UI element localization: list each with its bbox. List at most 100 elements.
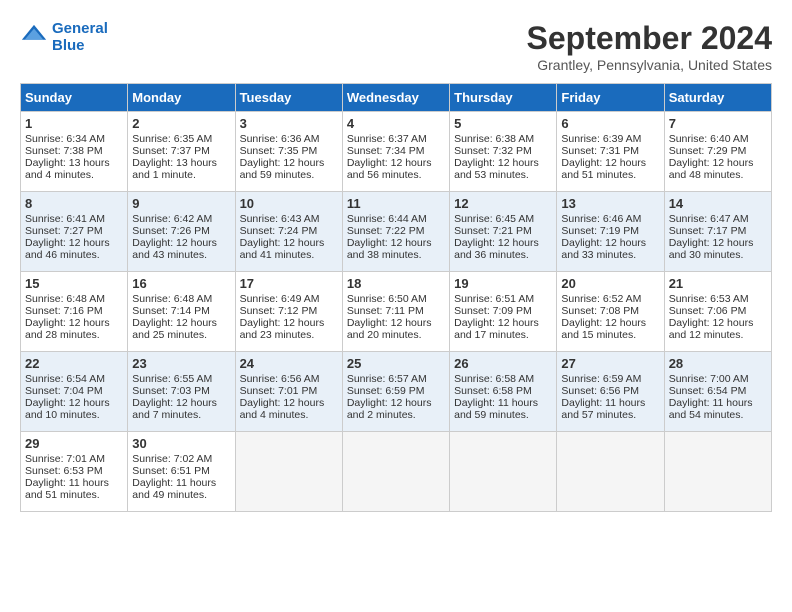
calendar-cell: 11Sunrise: 6:44 AMSunset: 7:22 PMDayligh… [342,192,449,272]
day-number: 18 [347,276,445,291]
calendar-cell: 3Sunrise: 6:36 AMSunset: 7:35 PMDaylight… [235,112,342,192]
day-number: 11 [347,196,445,211]
title-block: September 2024 Grantley, Pennsylvania, U… [527,20,772,73]
calendar-cell: 8Sunrise: 6:41 AMSunset: 7:27 PMDaylight… [21,192,128,272]
sunset: Sunset: 7:14 PM [132,305,210,317]
day-number: 17 [240,276,338,291]
sunrise: Sunrise: 6:48 AM [132,293,212,305]
sunset: Sunset: 7:11 PM [347,305,424,317]
calendar-week-1: 1Sunrise: 6:34 AMSunset: 7:38 PMDaylight… [21,112,772,192]
sunset: Sunset: 7:09 PM [454,305,532,317]
calendar-cell [664,432,771,512]
sunrise: Sunrise: 6:44 AM [347,213,427,225]
daylight: Daylight: 12 hours and 53 minutes. [454,157,539,181]
day-number: 24 [240,356,338,371]
calendar-week-4: 22Sunrise: 6:54 AMSunset: 7:04 PMDayligh… [21,352,772,432]
daylight: Daylight: 11 hours and 59 minutes. [454,397,538,421]
sunrise: Sunrise: 6:57 AM [347,373,427,385]
daylight: Daylight: 12 hours and 33 minutes. [561,237,646,261]
logo-icon [20,23,48,51]
day-number: 9 [132,196,230,211]
sunset: Sunset: 7:26 PM [132,225,210,237]
calendar-cell: 10Sunrise: 6:43 AMSunset: 7:24 PMDayligh… [235,192,342,272]
daylight: Daylight: 12 hours and 10 minutes. [25,397,110,421]
day-number: 15 [25,276,123,291]
sunset: Sunset: 7:34 PM [347,145,425,157]
month-year: September 2024 [527,20,772,57]
sunrise: Sunrise: 6:40 AM [669,133,749,145]
calendar-cell: 28Sunrise: 7:00 AMSunset: 6:54 PMDayligh… [664,352,771,432]
calendar-cell: 18Sunrise: 6:50 AMSunset: 7:11 PMDayligh… [342,272,449,352]
calendar-cell: 26Sunrise: 6:58 AMSunset: 6:58 PMDayligh… [450,352,557,432]
sunrise: Sunrise: 6:55 AM [132,373,212,385]
day-number: 4 [347,116,445,131]
calendar-cell: 6Sunrise: 6:39 AMSunset: 7:31 PMDaylight… [557,112,664,192]
day-number: 23 [132,356,230,371]
sunset: Sunset: 7:01 PM [240,385,318,397]
daylight: Daylight: 11 hours and 54 minutes. [669,397,753,421]
daylight: Daylight: 12 hours and 36 minutes. [454,237,539,261]
daylight: Daylight: 12 hours and 2 minutes. [347,397,432,421]
daylight: Daylight: 11 hours and 49 minutes. [132,477,216,501]
calendar-cell [557,432,664,512]
sunset: Sunset: 7:24 PM [240,225,318,237]
calendar-cell: 4Sunrise: 6:37 AMSunset: 7:34 PMDaylight… [342,112,449,192]
sunrise: Sunrise: 6:59 AM [561,373,641,385]
calendar-week-2: 8Sunrise: 6:41 AMSunset: 7:27 PMDaylight… [21,192,772,272]
daylight: Daylight: 12 hours and 48 minutes. [669,157,754,181]
calendar-cell: 13Sunrise: 6:46 AMSunset: 7:19 PMDayligh… [557,192,664,272]
calendar-cell: 30 Sunrise: 7:02 AMSunset: 6:51 PMDayligh… [128,432,235,512]
daylight: Daylight: 11 hours and 51 minutes. [25,477,109,501]
calendar-cell: 7Sunrise: 6:40 AMSunset: 7:29 PMDaylight… [664,112,771,192]
column-header-saturday: Saturday [664,84,771,112]
day-number: 30 [132,436,230,451]
sunrise: Sunrise: 7:02 AM [132,453,212,465]
sunrise: Sunrise: 6:53 AM [669,293,749,305]
sunset: Sunset: 7:08 PM [561,305,639,317]
daylight: Daylight: 12 hours and 46 minutes. [25,237,110,261]
calendar-cell [450,432,557,512]
sunset: Sunset: 7:12 PM [240,305,318,317]
daylight: Daylight: 12 hours and 7 minutes. [132,397,217,421]
daylight: Daylight: 12 hours and 30 minutes. [669,237,754,261]
location: Grantley, Pennsylvania, United States [527,57,772,73]
daylight: Daylight: 11 hours and 57 minutes. [561,397,645,421]
day-number: 22 [25,356,123,371]
calendar-cell: 12Sunrise: 6:45 AMSunset: 7:21 PMDayligh… [450,192,557,272]
day-number: 6 [561,116,659,131]
daylight: Daylight: 12 hours and 4 minutes. [240,397,325,421]
sunset: Sunset: 7:16 PM [25,305,103,317]
calendar-cell: 21Sunrise: 6:53 AMSunset: 7:06 PMDayligh… [664,272,771,352]
calendar-table: SundayMondayTuesdayWednesdayThursdayFrid… [20,83,772,512]
day-number: 3 [240,116,338,131]
calendar-week-3: 15 Sunrise: 6:48 AM Sunset: 7:16 PM Dayligh… [21,272,772,352]
sunrise: Sunrise: 6:58 AM [454,373,534,385]
daylight: Daylight: 12 hours and 17 minutes. [454,317,539,341]
sunrise: Sunrise: 6:51 AM [454,293,534,305]
sunrise: Sunrise: 6:39 AM [561,133,641,145]
calendar-cell: 5Sunrise: 6:38 AMSunset: 7:32 PMDaylight… [450,112,557,192]
sunrise: Sunrise: 7:00 AM [669,373,749,385]
sunset: Sunset: 7:27 PM [25,225,103,237]
day-number: 12 [454,196,552,211]
daylight: Daylight: 12 hours and 12 minutes. [669,317,754,341]
logo: General Blue [20,20,108,54]
calendar-cell: 27Sunrise: 6:59 AMSunset: 6:56 PMDayligh… [557,352,664,432]
calendar-cell [235,432,342,512]
day-number: 29 [25,436,123,451]
daylight: Daylight: 12 hours and 43 minutes. [132,237,217,261]
daylight: Daylight: 12 hours and 51 minutes. [561,157,646,181]
day-number: 13 [561,196,659,211]
sunrise: Sunrise: 6:54 AM [25,373,105,385]
sunrise: Sunrise: 6:46 AM [561,213,641,225]
day-number: 14 [669,196,767,211]
day-number: 20 [561,276,659,291]
day-number: 1 [25,116,123,131]
column-header-wednesday: Wednesday [342,84,449,112]
sunset: Sunset: 6:51 PM [132,465,210,477]
day-number: 10 [240,196,338,211]
sunset: Sunset: 7:06 PM [669,305,747,317]
sunrise: Sunrise: 6:36 AM [240,133,320,145]
daylight: Daylight: 12 hours and 38 minutes. [347,237,432,261]
sunrise: Sunrise: 6:43 AM [240,213,320,225]
